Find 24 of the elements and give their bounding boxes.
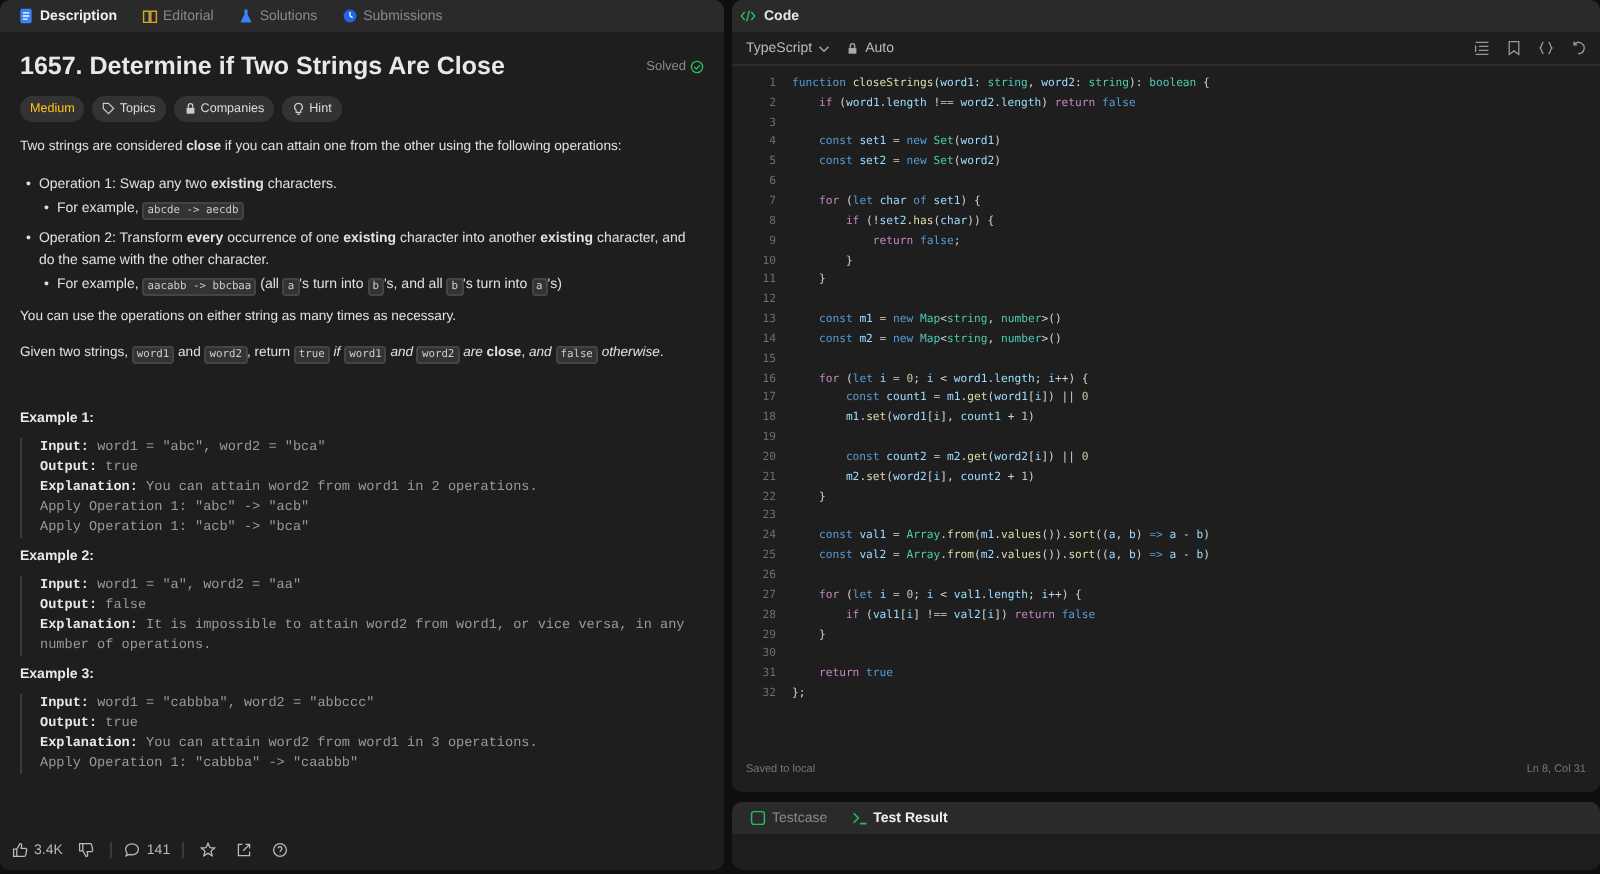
lock-icon bbox=[846, 41, 860, 55]
tag-icon bbox=[102, 102, 116, 116]
star-icon[interactable] bbox=[200, 842, 217, 858]
reset-icon[interactable] bbox=[1570, 40, 1586, 56]
checkbox-icon bbox=[750, 810, 766, 826]
document-icon bbox=[18, 8, 34, 24]
problem-title: 1657. Determine if Two Strings Are Close bbox=[20, 52, 507, 80]
caret-icon bbox=[818, 43, 831, 53]
braces-icon[interactable] bbox=[1538, 40, 1554, 56]
thumbs-up-icon bbox=[12, 842, 28, 858]
format-icon[interactable] bbox=[1474, 40, 1490, 56]
lightbulb-icon bbox=[292, 102, 306, 116]
book-icon bbox=[141, 8, 158, 24]
check-circle-icon bbox=[690, 59, 704, 73]
terminal-icon bbox=[851, 810, 868, 826]
share-icon[interactable] bbox=[236, 842, 253, 858]
lock-icon bbox=[183, 102, 197, 116]
bookmark-icon[interactable] bbox=[1506, 40, 1522, 56]
clock-icon bbox=[341, 8, 358, 24]
thumbs-down-icon[interactable] bbox=[78, 842, 95, 858]
help-icon[interactable] bbox=[272, 842, 289, 858]
comment-icon bbox=[124, 842, 141, 858]
code-icon bbox=[740, 8, 756, 24]
flask-icon bbox=[237, 8, 254, 24]
